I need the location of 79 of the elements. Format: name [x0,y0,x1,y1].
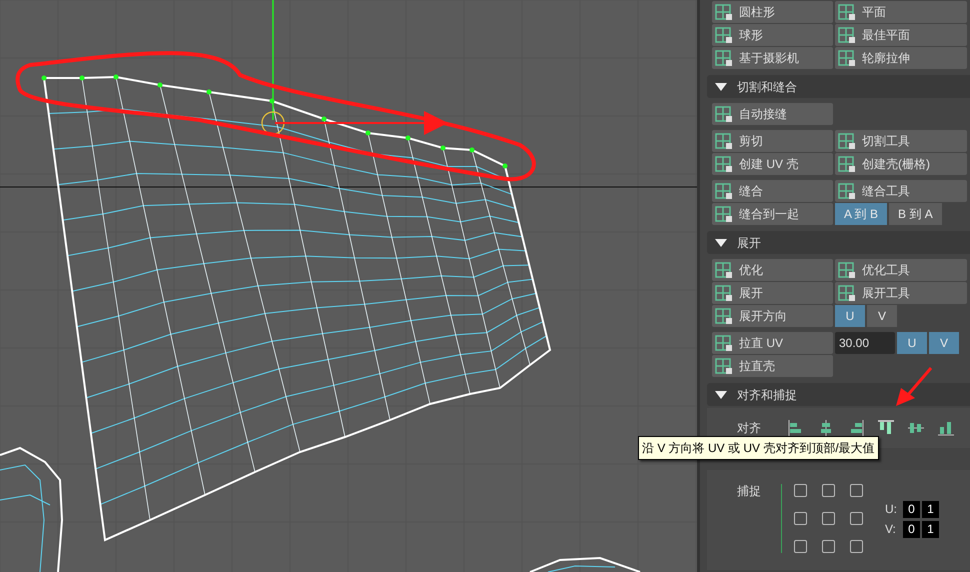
section-title: 切割和缝合 [737,78,797,96]
tool-button[interactable]: 自动接缝 [712,103,833,125]
grid-icon [715,3,733,21]
toggle-button[interactable]: B 到 A [889,203,942,225]
tool-button[interactable]: 展开 [712,282,833,304]
tool-button[interactable]: 创建 UV 壳 [712,153,833,175]
grid-icon [838,155,856,173]
tool-button[interactable]: 优化 [712,259,833,281]
toggle-button[interactable]: A 到 B [835,203,888,225]
grid-icon [715,357,733,375]
tool-button[interactable]: 剪切 [712,130,833,152]
checkbox[interactable] [850,484,863,497]
axis-label: V: [885,521,897,538]
tool-button[interactable]: 优化工具 [835,259,967,281]
toggle-button[interactable]: U [835,305,865,327]
tool-button[interactable]: 最佳平面 [835,24,967,46]
toggle-button[interactable]: U [897,332,927,354]
checkbox[interactable] [822,540,835,553]
grid-icon [838,261,856,279]
range-value-field[interactable]: 0 [903,500,920,518]
tool-button[interactable]: 缝合到一起 [712,203,833,225]
expand-triangle-icon[interactable] [715,390,727,398]
grid-icon [838,49,856,67]
grid-icon [715,105,733,123]
tool-button[interactable]: 拉直壳 [712,355,833,377]
checkbox[interactable] [850,512,863,525]
tool-button[interactable]: 缝合 [712,180,833,202]
checkbox[interactable] [794,484,807,497]
grid-icon [715,261,733,279]
number-field[interactable]: 30.00 [835,332,895,354]
align-label: 对齐 [737,420,761,437]
tool-button[interactable]: 球形 [712,24,833,46]
align-icon[interactable] [937,419,955,437]
tool-button[interactable]: 基于摄影机 [712,47,833,69]
grid-icon [715,334,733,352]
grid-icon [715,49,733,67]
grid-icon [715,284,733,302]
checkbox[interactable] [794,540,807,553]
section-title: 展开 [737,234,761,252]
tool-button[interactable]: 缝合工具 [835,180,967,202]
expand-triangle-icon[interactable] [715,238,727,246]
tool-button[interactable]: 轮廓拉伸 [835,47,967,69]
grid-icon [838,284,856,302]
grid-icon [838,182,856,200]
snap-label: 捕捉 [737,483,761,500]
axis-label: U: [885,501,898,518]
checkbox[interactable] [850,540,863,553]
section-header[interactable]: 展开 [707,231,970,254]
range-value-field[interactable]: 1 [922,500,939,518]
tool-button[interactable]: 展开方向 [712,305,833,327]
range-value-field[interactable]: 0 [903,520,920,538]
tool-button[interactable]: 圆柱形 [712,1,833,23]
checkbox[interactable] [794,512,807,525]
grid-icon [715,132,733,150]
toggle-button[interactable]: V [929,332,959,354]
grid-icon [838,132,856,150]
grid-icon [715,205,733,223]
tool-button[interactable]: 拉直 UV [712,332,833,354]
tool-button[interactable]: 创建壳(栅格) [835,153,967,175]
align-icon[interactable] [877,419,895,437]
tooltip: 沿 V 方向将 UV 或 UV 壳对齐到顶部/最大值 [638,436,879,460]
section-title: 对齐和捕捉 [737,386,797,404]
section-header[interactable]: 切割和缝合 [707,75,970,98]
annotation-arrow [893,366,933,408]
checkbox[interactable] [822,512,835,525]
grid-icon [715,182,733,200]
grid-icon [838,3,856,21]
tool-button[interactable]: 展开工具 [835,282,967,304]
grid-icon [715,155,733,173]
grid-icon [715,26,733,44]
range-value-field[interactable]: 1 [922,520,939,538]
checkbox[interactable] [822,484,835,497]
tool-button[interactable]: 切割工具 [835,130,967,152]
grid-icon [715,307,733,325]
grid-icon [838,26,856,44]
expand-triangle-icon[interactable] [715,82,727,90]
section-header[interactable]: 对齐和捕捉 [707,383,970,406]
toggle-button[interactable]: V [867,305,897,327]
tool-button[interactable]: 平面 [835,1,967,23]
